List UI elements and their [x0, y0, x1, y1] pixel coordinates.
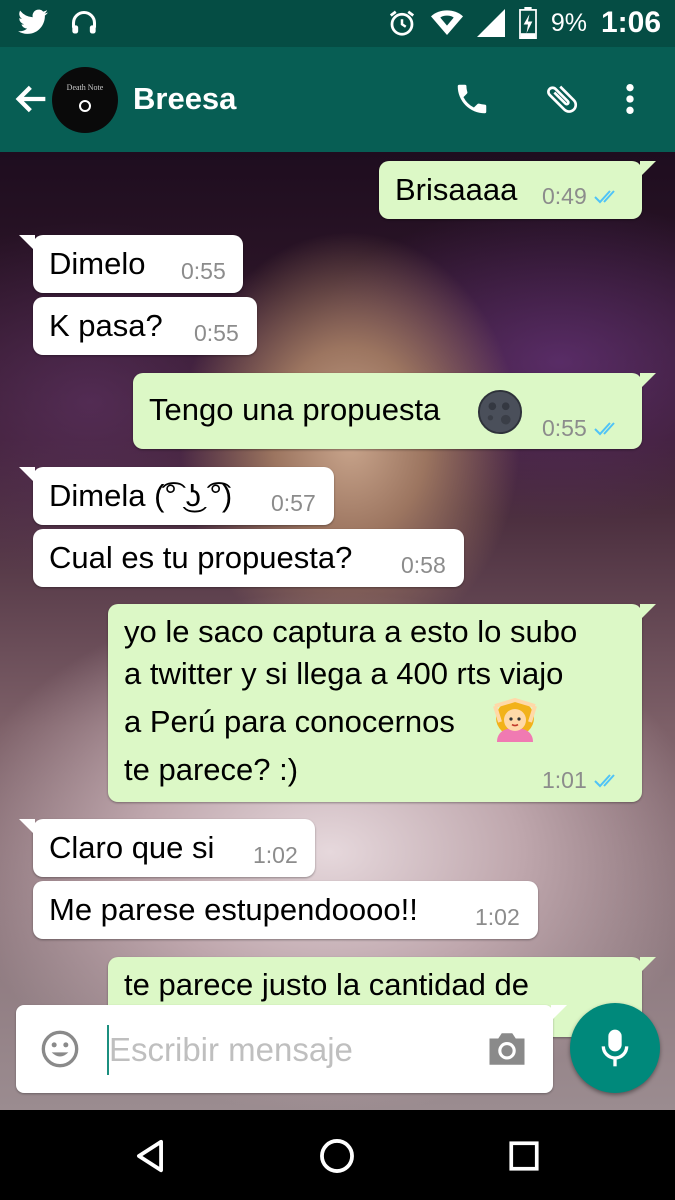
message-text: Dimela (͡° ͜ʖ ͡°): [49, 478, 233, 513]
message-incoming[interactable]: K pasa? 0:55: [33, 297, 257, 355]
avatar-dot: [79, 99, 91, 112]
message-text: Dimelo: [49, 246, 146, 281]
message-incoming[interactable]: Dimelo 0:55: [19, 235, 243, 293]
message-text: te parece justo la cantidad de: [124, 967, 529, 1002]
message-outgoing[interactable]: Brisaaaa 0:49: [379, 161, 656, 219]
message-time: 1:02: [253, 842, 298, 868]
voice-record-button[interactable]: [570, 1003, 660, 1093]
home-circle-icon: [320, 1139, 354, 1173]
message-time: 0:55: [181, 258, 226, 284]
battery-percent: 9%: [550, 8, 587, 37]
navigation-bar: [0, 1110, 675, 1200]
avatar-label: Death Note: [66, 82, 104, 92]
message-input[interactable]: [107, 1024, 459, 1076]
message-incoming[interactable]: Me parese estupendoooo!! 1:02: [33, 881, 538, 939]
woman-gesturing-ok-emoji: [493, 698, 537, 742]
signal-icon: [476, 9, 505, 37]
status-time: 1:06: [600, 6, 661, 39]
message-line: a Perú para conocernos: [124, 704, 455, 739]
double-check-read-icon: [594, 773, 615, 787]
message-text: Claro que si: [49, 830, 215, 865]
message-time: 1:01: [542, 767, 587, 793]
message-outgoing[interactable]: Tengo una propuesta 0:55: [133, 373, 656, 449]
battery-charging-icon: [518, 7, 537, 39]
new-moon-face-emoji: [477, 389, 523, 435]
message-time: 0:57: [271, 490, 316, 516]
double-check-read-icon: [594, 189, 615, 203]
message-line: a twitter y si llega a 400 rts viajo: [124, 656, 564, 691]
call-button[interactable]: [450, 77, 494, 121]
chat-wallpaper: Brisaaaa 0:49 Dimelo 0:55 K pasa? 0:55 T…: [0, 152, 675, 1110]
message-incoming[interactable]: Dimela (͡° ͜ʖ ͡°) 0:57: [19, 467, 334, 525]
camera-icon[interactable]: [486, 1031, 528, 1067]
double-check-read-icon: [594, 421, 615, 435]
nav-back-button[interactable]: [126, 1132, 174, 1180]
message-text: Cual es tu propuesta?: [49, 540, 353, 575]
message-text: Me parese estupendoooo!!: [49, 892, 418, 927]
message-text: Brisaaaa: [395, 172, 518, 207]
more-options-button[interactable]: [608, 77, 652, 121]
message-time: 0:55: [542, 415, 587, 441]
message-line: yo le saco captura a esto lo subo: [124, 614, 578, 649]
alarm-icon: [389, 10, 414, 36]
more-vert-icon: [626, 83, 634, 115]
contact-name[interactable]: Breesa: [133, 81, 236, 117]
back-arrow-icon[interactable]: [12, 79, 52, 119]
emoji-icon[interactable]: [40, 1029, 80, 1069]
nav-recents-button[interactable]: [500, 1132, 548, 1180]
message-time: 0:49: [542, 183, 587, 209]
message-outgoing[interactable]: yo le saco captura a esto lo subo a twit…: [108, 604, 656, 802]
phone-icon: [457, 84, 487, 114]
avatar[interactable]: Death Note: [52, 67, 118, 133]
twitter-icon: [18, 9, 48, 34]
message-composer: [16, 1005, 567, 1093]
paperclip-icon: [547, 85, 577, 113]
status-bar: 9% 1:06: [0, 0, 675, 47]
message-line: te parece? :): [124, 752, 299, 787]
message-time: 1:02: [475, 904, 520, 930]
headset-icon: [71, 11, 97, 34]
message-text: Tengo una propuesta: [149, 392, 441, 427]
wifi-icon: [430, 10, 463, 36]
nav-home-button[interactable]: [313, 1132, 361, 1180]
conversation-header: Death Note Breesa: [0, 47, 675, 152]
message-incoming[interactable]: Cual es tu propuesta? 0:58: [33, 529, 464, 587]
message-incoming[interactable]: Claro que si 1:02: [19, 819, 315, 877]
attach-button[interactable]: [540, 77, 584, 121]
message-time: 0:55: [194, 320, 239, 346]
message-time: 0:58: [401, 552, 446, 578]
recents-square-icon: [509, 1141, 539, 1171]
back-triangle-icon: [137, 1139, 163, 1173]
microphone-icon: [601, 1029, 629, 1067]
message-text: K pasa?: [49, 308, 163, 343]
